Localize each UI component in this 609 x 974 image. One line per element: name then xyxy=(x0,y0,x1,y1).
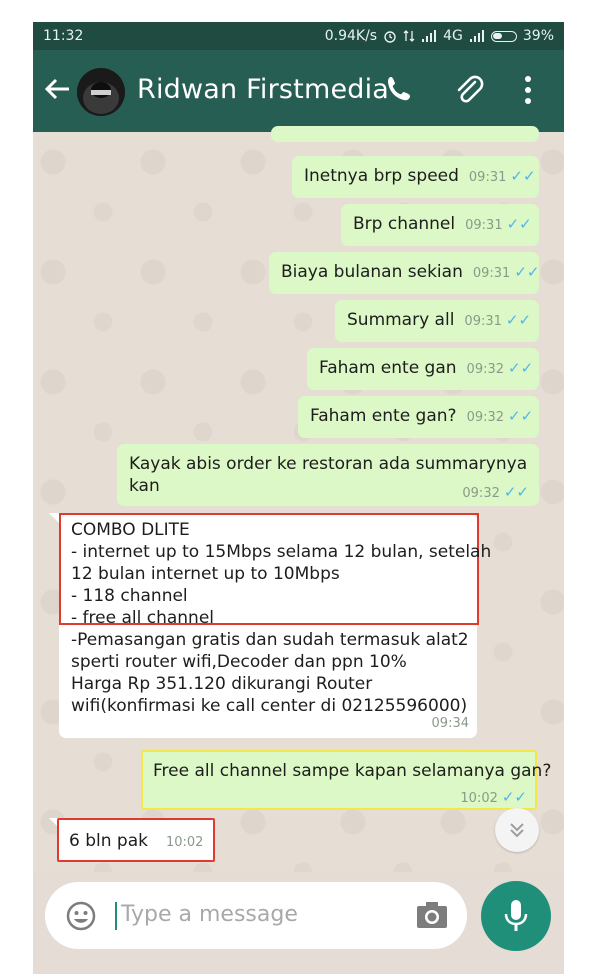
message-bubble-out[interactable]: Free all channel sampe kapan selamanya g… xyxy=(141,750,551,810)
read-ticks-icon: ✓✓ xyxy=(508,359,534,377)
status-time: 11:32 xyxy=(43,28,84,44)
message-bubble-out[interactable] xyxy=(271,126,539,142)
message-time: 09:31 xyxy=(468,170,507,185)
message-input-bar: Type a message xyxy=(45,882,467,949)
message-text: Kayak abis order ke restoran ada summary… xyxy=(129,454,528,474)
signal-icon xyxy=(422,30,437,42)
message-line: - free all channel xyxy=(71,608,214,628)
more-options-icon[interactable] xyxy=(523,74,533,106)
read-ticks-icon: ✓✓ xyxy=(510,167,536,185)
read-ticks-icon: ✓✓ xyxy=(508,407,534,425)
message-input[interactable]: Type a message xyxy=(121,902,298,927)
network-type: 4G xyxy=(443,28,463,44)
message-bubble-in[interactable]: COMBO DLITE - internet up to 15Mbps sela… xyxy=(59,513,491,738)
battery-icon xyxy=(490,30,517,42)
message-line: -Pemasangan gratis dan sudah termasuk al… xyxy=(71,630,469,650)
message-line: wifi(konfirmasi ke call center di 021255… xyxy=(71,696,468,716)
message-bubble-out[interactable]: Faham ente gan 09:32 ✓✓ xyxy=(307,348,539,390)
alarm-icon xyxy=(384,31,396,43)
message-bubble-out[interactable]: Kayak abis order ke restoran ada summary… xyxy=(117,444,539,506)
message-line: sperti router wifi,Decoder dan ppn 10% xyxy=(71,652,407,672)
message-text: Brp channel xyxy=(353,214,456,234)
message-bubble-out[interactable]: Faham ente gan? 09:32 ✓✓ xyxy=(298,396,539,438)
message-time: 09:32 xyxy=(466,362,505,377)
message-line: - 118 channel xyxy=(71,586,188,606)
camera-icon[interactable] xyxy=(415,900,449,930)
message-bubble-in[interactable]: 6 bln pak 10:02 xyxy=(57,818,215,862)
network-speed: 0.94K/s xyxy=(324,28,378,44)
read-ticks-icon: ✓✓ xyxy=(514,263,540,281)
contact-name[interactable]: Ridwan Firstmedia xyxy=(137,74,389,105)
message-line: 12 bulan internet up to 10Mbps xyxy=(71,564,340,584)
message-time: 09:34 xyxy=(431,716,469,731)
avatar[interactable] xyxy=(77,68,125,116)
message-time: 09:31 xyxy=(465,218,503,233)
message-text: kan xyxy=(129,476,160,496)
mic-button[interactable] xyxy=(481,881,551,951)
battery-level: 39% xyxy=(522,28,554,44)
message-text: Faham ente gan xyxy=(319,358,457,378)
message-line: - internet up to 15Mbps selama 12 bulan,… xyxy=(71,542,492,562)
message-line: COMBO DLITE xyxy=(71,520,190,540)
message-bubble-out[interactable]: Inetnya brp speed 09:31 ✓✓ xyxy=(292,156,539,198)
read-ticks-icon: ✓✓ xyxy=(503,483,529,501)
phone-icon[interactable] xyxy=(385,74,413,104)
message-time: 09:31 xyxy=(472,266,511,281)
message-time: 09:32 xyxy=(462,486,500,501)
message-time: 10:02 xyxy=(165,835,204,850)
scroll-down-button[interactable] xyxy=(495,808,539,852)
message-time: 09:31 xyxy=(464,314,502,329)
message-line: Harga Rp 351.120 dikurangi Router xyxy=(71,674,373,694)
data-arrows-icon xyxy=(403,30,415,42)
chat-area[interactable]: Inetnya brp speed 09:31 ✓✓ Brp channel 0… xyxy=(33,126,564,872)
message-text: Inetnya brp speed xyxy=(304,166,459,186)
message-bubble-out[interactable]: Summary all 09:31 ✓✓ xyxy=(335,300,539,342)
message-time: 10:02 xyxy=(460,791,498,806)
chat-header: Ridwan Firstmedia xyxy=(33,50,564,132)
message-text: Summary all xyxy=(347,310,455,330)
message-bubble-out[interactable]: Brp channel 09:31 ✓✓ xyxy=(341,204,539,246)
read-ticks-icon: ✓✓ xyxy=(501,788,527,806)
message-time: 09:32 xyxy=(466,410,505,425)
message-bubble-out[interactable]: Biaya bulanan sekian 09:31 ✓✓ xyxy=(269,252,539,294)
signal-icon-2 xyxy=(469,30,484,42)
message-text: Faham ente gan? xyxy=(310,406,457,426)
text-cursor xyxy=(115,902,117,930)
emoji-icon[interactable] xyxy=(65,900,97,932)
avatar-image xyxy=(77,68,125,116)
attach-icon[interactable] xyxy=(453,74,485,106)
message-text: Free all channel sampe kapan selamanya g… xyxy=(153,761,552,781)
message-text: 6 bln pak xyxy=(69,831,148,851)
status-bar: 11:32 0.94K/s 4G 39% xyxy=(33,22,564,50)
mic-icon xyxy=(504,900,528,931)
back-arrow-icon[interactable] xyxy=(43,75,71,103)
chevron-down-icon xyxy=(510,823,524,838)
read-ticks-icon: ✓✓ xyxy=(505,311,532,329)
phone-screen: 11:32 0.94K/s 4G 39% Ridwan Firstmedia I… xyxy=(33,22,564,974)
message-text: Biaya bulanan sekian xyxy=(281,262,463,282)
read-ticks-icon: ✓✓ xyxy=(506,215,532,233)
